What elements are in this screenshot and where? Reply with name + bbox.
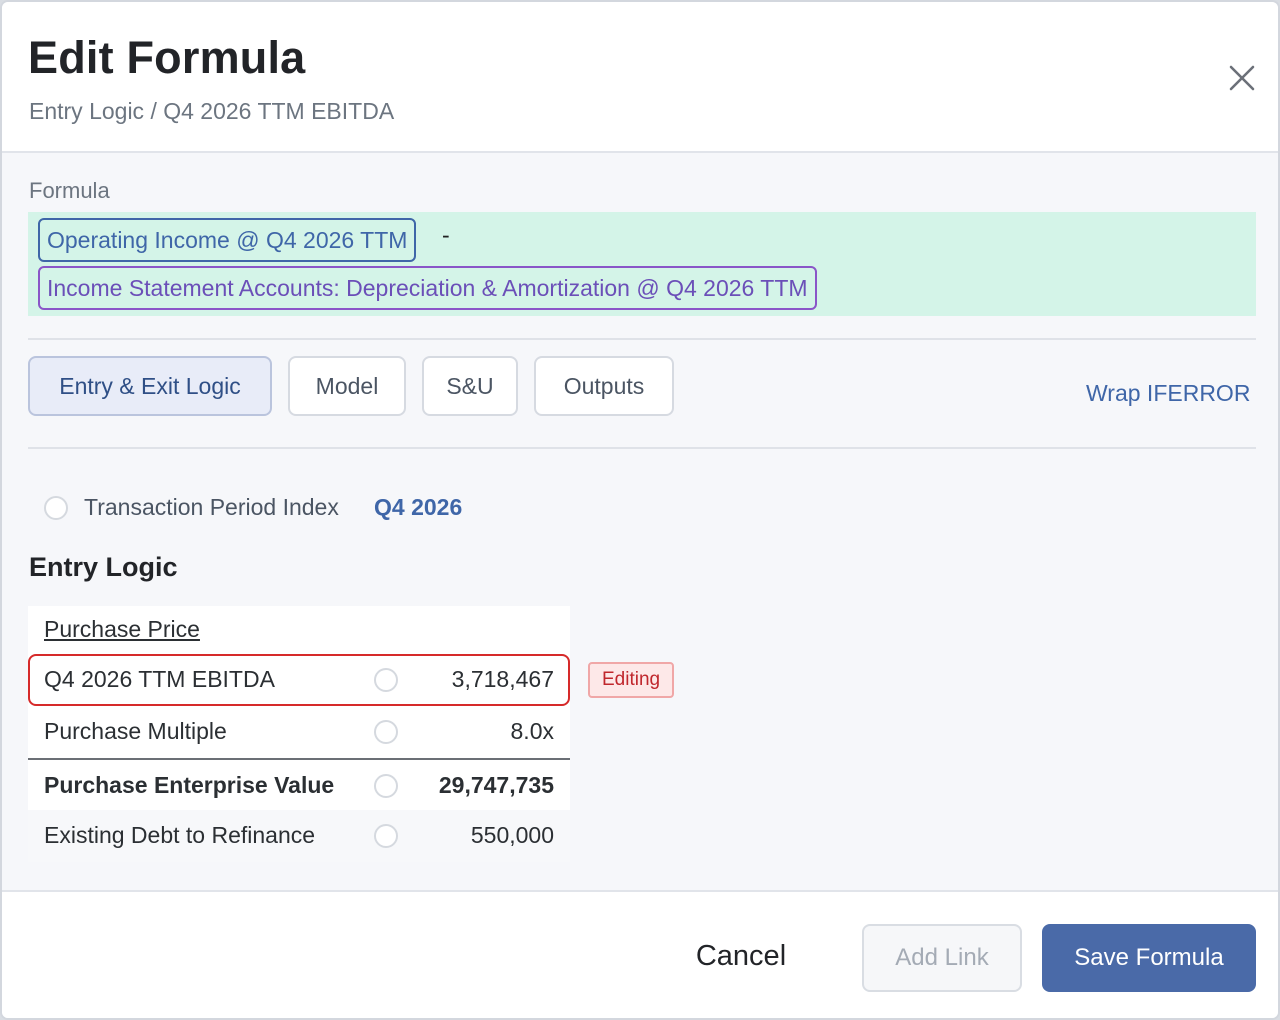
editing-badge: Editing [588, 662, 675, 698]
row-label: Q4 2026 TTM EBITDA [44, 666, 275, 692]
row-radio[interactable] [374, 824, 398, 848]
transaction-period-index-value[interactable]: Q4 2026 [374, 494, 462, 521]
add-link-button[interactable]: Add Link [862, 924, 1022, 992]
row-value: 8.0x [510, 718, 554, 744]
divider [28, 447, 1256, 449]
table-row[interactable]: Q4 2026 TTM EBITDA 3,718,467 [28, 654, 570, 706]
breadcrumb: Entry Logic / Q4 2026 TTM EBITDA [29, 98, 395, 124]
row-radio[interactable] [374, 774, 398, 798]
close-icon [1229, 65, 1255, 91]
dialog-header: Edit Formula Entry Logic / Q4 2026 TTM E… [2, 2, 1278, 153]
formula-operator: - [442, 222, 450, 248]
table-row[interactable]: Purchase Enterprise Value 29,747,735 [28, 758, 570, 810]
entry-logic-table: Purchase Price Q4 2026 TTM EBITDA 3,718,… [28, 606, 570, 862]
row-value: 3,718,467 [451, 666, 554, 692]
formula-token-operating-income[interactable]: Operating Income @ Q4 2026 TTM [38, 218, 417, 262]
row-label: Purchase Multiple [44, 718, 227, 744]
table-row[interactable]: Existing Debt to Refinance 550,000 [28, 810, 570, 862]
formula-editor[interactable]: Operating Income @ Q4 2026 TTM - Income … [28, 212, 1256, 316]
tab-s-and-u[interactable]: S&U [422, 356, 518, 416]
entry-logic-title: Entry Logic [29, 552, 178, 582]
dialog-footer: Cancel Add Link Save Formula [2, 890, 1278, 1018]
formula-label: Formula [29, 178, 110, 203]
wrap-iferror-link[interactable]: Wrap IFERROR [1086, 380, 1250, 407]
formula-token-depreciation-amortization[interactable]: Income Statement Accounts: Depreciation … [38, 266, 817, 310]
row-radio[interactable] [374, 668, 398, 692]
purchase-price-heading[interactable]: Purchase Price [44, 616, 200, 643]
transaction-period-index-radio[interactable] [44, 496, 68, 520]
table-row[interactable]: Purchase Multiple 8.0x [28, 706, 570, 758]
row-label: Existing Debt to Refinance [44, 822, 316, 848]
tab-outputs[interactable]: Outputs [534, 356, 674, 416]
row-value: 550,000 [470, 822, 554, 848]
transaction-period-index-label: Transaction Period Index [84, 494, 339, 520]
divider [28, 338, 1256, 340]
row-value: 29,747,735 [438, 772, 554, 798]
row-label: Purchase Enterprise Value [44, 772, 335, 798]
edit-formula-dialog: Edit Formula Entry Logic / Q4 2026 TTM E… [0, 0, 1280, 1020]
save-formula-button[interactable]: Save Formula [1042, 924, 1256, 992]
dialog-title: Edit Formula [28, 32, 306, 83]
row-radio[interactable] [374, 720, 398, 744]
close-button[interactable] [1220, 56, 1264, 100]
tab-entry-exit-logic[interactable]: Entry & Exit Logic [28, 356, 272, 416]
cancel-button[interactable]: Cancel [674, 922, 808, 990]
tab-model[interactable]: Model [288, 356, 406, 416]
